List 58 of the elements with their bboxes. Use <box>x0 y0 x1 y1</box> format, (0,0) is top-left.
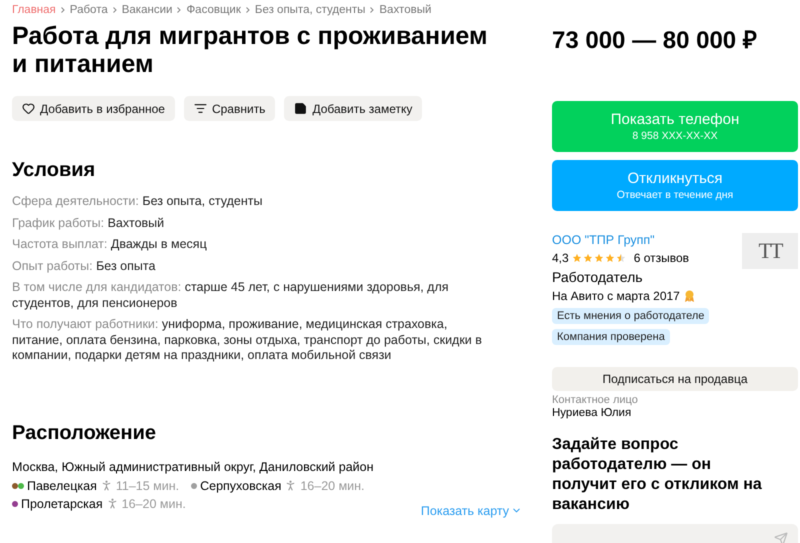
star-icon <box>604 253 615 263</box>
star-icon <box>594 253 604 263</box>
walk-time: 16–20 мин. <box>300 478 365 492</box>
employer-type: Работодатель <box>552 269 644 285</box>
heart-icon <box>22 102 35 115</box>
list-icon <box>194 102 207 115</box>
section-heading: Расположение <box>12 422 158 444</box>
walk-time: 11–15 мин. <box>116 478 180 492</box>
walking-person-icon <box>284 479 298 492</box>
walking-person-icon <box>100 479 113 492</box>
action-button[interactable]: Добавить заметку <box>284 96 422 121</box>
station-name: Серпуховская <box>200 478 282 492</box>
action-button[interactable]: Добавить в избранное <box>12 96 175 121</box>
star-icon <box>616 253 626 263</box>
action-button[interactable]: Сравнить <box>184 96 276 121</box>
contact-label: Контактное лицо <box>552 394 639 406</box>
chevron-icon <box>112 7 117 13</box>
chevron-icon <box>177 7 182 13</box>
since-text: На Авито с марта 2017 <box>552 289 680 303</box>
address-text: Москва, Южный административный округ, Даниловский район <box>12 460 375 474</box>
question-heading: Задайте вопрос работодателю — он получит его с откликом на вакансию <box>552 435 763 515</box>
star-icon <box>572 253 582 263</box>
company-logo: TT <box>742 233 798 269</box>
chevron-icon <box>370 7 374 13</box>
send-icon <box>774 532 788 543</box>
breadcrumb-link[interactable]: Без опыта, студенты <box>254 4 366 16</box>
condition-text: График работы: Вахтовый <box>12 216 166 231</box>
condition-text: Опыт работы: Без опыта <box>12 258 156 274</box>
walk-time: 16–20 мин. <box>122 496 186 510</box>
breadcrumb-link[interactable]: Работа <box>70 4 108 16</box>
condition-text: В том числе для кандидатов: старше 45 лет, с нарушениями здоровья, для студентов, для пенсионеров <box>12 280 450 311</box>
show-map-link[interactable]: Показать карту <box>420 504 522 518</box>
employer-badge: Компания проверена <box>552 329 670 345</box>
chevron-icon <box>246 7 250 13</box>
walking-person-icon <box>106 497 119 510</box>
condition-text: Сфера деятельности: Без опыта, студенты <box>12 194 264 210</box>
respond-button[interactable]: Откликнуться Отвечает в течение дня <box>552 160 798 211</box>
breadcrumb-link[interactable]: Фасовщик <box>186 4 241 16</box>
chevron-icon <box>60 7 65 13</box>
breadcrumb-link[interactable]: Вакансии <box>122 4 172 16</box>
breadcrumb-link[interactable]: Главная <box>12 4 56 16</box>
note-icon <box>294 102 308 115</box>
employer-badge: Есть мнения о работодателе <box>552 308 710 324</box>
employer-link[interactable]: ООО "ТПР Групп" <box>552 233 742 247</box>
station-name: Павелецкая <box>27 478 97 492</box>
breadcrumb-link[interactable]: Вахтовый <box>379 4 432 16</box>
subscribe-button[interactable]: Подписаться на продавца <box>552 367 798 391</box>
condition-text: Частота выплат: Дважды в месяц <box>12 237 208 252</box>
rating-value: 4,3 <box>552 251 569 265</box>
page-title: Работа для мигрантов с проживанием и питанием <box>12 22 489 78</box>
condition-text: Что получают работники: униформа, проживание, медицинская страховка, питание, оплата бензина, парковка, зоны отдыха, транспорт до работы, скидки в компании, подарки детям на праздники, оплата мобильной связи <box>12 317 482 364</box>
reviews-count[interactable]: 6 отзывов <box>634 251 690 265</box>
station-name: Пролетарская <box>21 496 103 510</box>
price: 73 000 — 80 000 ₽ <box>552 26 758 55</box>
star-icon <box>582 253 593 263</box>
contact-name: Нуриева Юлия <box>552 407 632 419</box>
section-heading: Условия <box>12 159 96 182</box>
medal-icon <box>684 290 695 302</box>
